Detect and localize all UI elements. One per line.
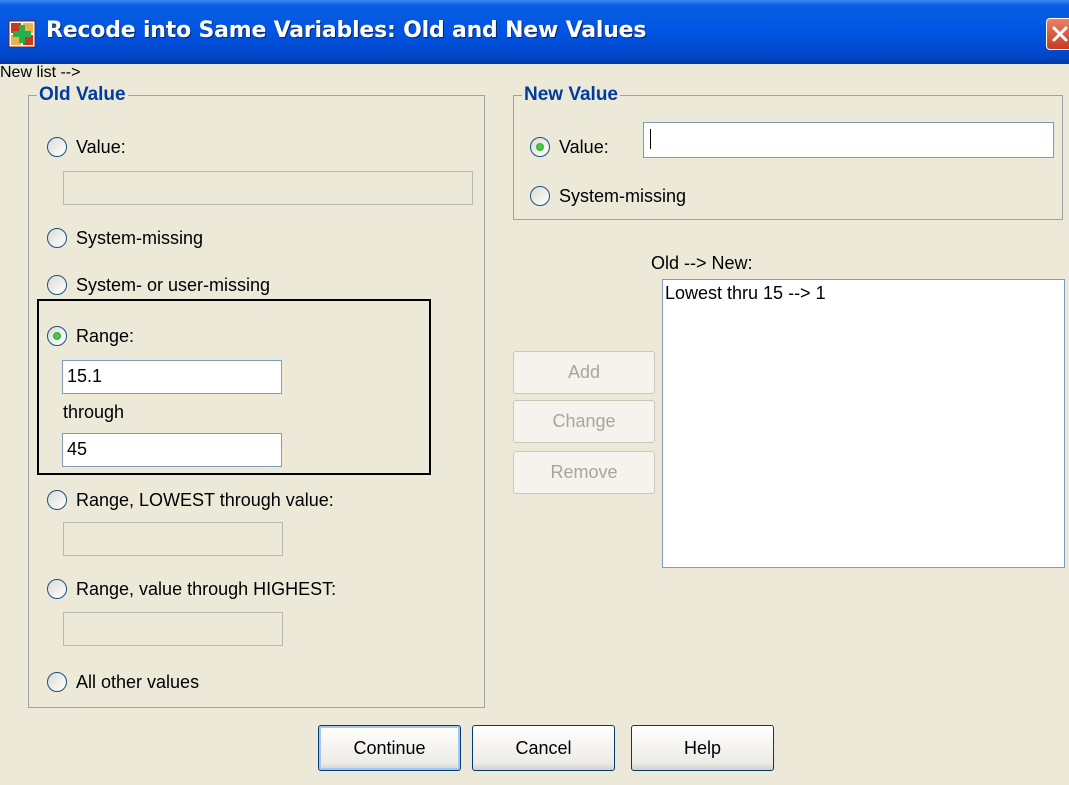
old-range-highest-radio[interactable]: Range, value through HIGHEST: [47, 578, 336, 600]
old-range-lowest-label: Range, LOWEST through value: [76, 490, 334, 510]
new-system-missing-radio-button[interactable] [530, 186, 550, 206]
old-sys-or-user-missing-radio-button[interactable] [47, 275, 67, 295]
old-system-missing-label: System-missing [76, 228, 204, 248]
new-value-label: Value: [559, 137, 609, 157]
old-value-field[interactable] [63, 171, 473, 205]
close-icon [1052, 26, 1068, 42]
range-lowest-field[interactable] [63, 522, 283, 556]
old-range-radio-button[interactable] [47, 326, 67, 346]
range-from-field[interactable]: 15.1 [62, 360, 282, 394]
old-value-radio-button[interactable] [47, 137, 67, 157]
new-value-field[interactable] [643, 122, 1054, 158]
old-all-other-radio[interactable]: All other values [47, 671, 199, 693]
remove-button[interactable]: Remove [513, 451, 655, 494]
old-system-missing-radio[interactable]: System-missing [47, 227, 203, 249]
old-system-missing-radio-button[interactable] [47, 228, 67, 248]
old-sys-or-user-missing-radio[interactable]: System- or user-missing [47, 274, 270, 296]
change-button[interactable]: Change [513, 400, 655, 443]
old-range-highest-radio-button[interactable] [47, 579, 67, 599]
old-value-radio-label: Value: [76, 137, 126, 157]
old-value-radio[interactable]: Value: [47, 136, 126, 158]
spss-recode-icon [8, 20, 36, 48]
window-title: Recode into Same Variables: Old and New … [46, 18, 647, 43]
old-new-label: Old --> New: [651, 253, 753, 273]
continue-button[interactable]: Continue [318, 725, 461, 771]
new-value-radio-button[interactable] [530, 137, 550, 157]
new-value-legend: New Value [522, 84, 620, 106]
old-new-listbox[interactable]: Lowest thru 15 --> 1 [662, 279, 1065, 568]
text-caret [650, 129, 651, 149]
through-label: through [63, 402, 125, 422]
range-highest-field[interactable] [63, 612, 283, 646]
old-range-lowest-radio-button[interactable] [47, 490, 67, 510]
dialog-body: Old Value Value: System-missing System- … [0, 64, 1069, 785]
old-all-other-label: All other values [76, 672, 200, 692]
old-range-label: Range: [76, 326, 135, 346]
range-to-field[interactable]: 45 [62, 433, 282, 467]
close-button[interactable] [1046, 18, 1069, 50]
add-button[interactable]: Add [513, 351, 655, 394]
old-value-legend: Old Value [37, 84, 128, 106]
old-range-lowest-radio[interactable]: Range, LOWEST through value: [47, 489, 334, 511]
cancel-button[interactable]: Cancel [472, 725, 615, 771]
new-system-missing-radio[interactable]: System-missing [530, 185, 686, 207]
title-bar[interactable]: Recode into Same Variables: Old and New … [0, 0, 1069, 64]
old-all-other-radio-button[interactable] [47, 672, 67, 692]
list-item[interactable]: Lowest thru 15 --> 1 [665, 283, 1062, 304]
old-range-highest-label: Range, value through HIGHEST: [76, 579, 337, 599]
old-range-radio[interactable]: Range: [47, 325, 134, 347]
new-system-missing-label: System-missing [559, 186, 687, 206]
old-sys-or-user-missing-label: System- or user-missing [76, 275, 271, 295]
help-button[interactable]: Help [631, 725, 774, 771]
new-value-radio[interactable]: Value: [530, 136, 609, 158]
